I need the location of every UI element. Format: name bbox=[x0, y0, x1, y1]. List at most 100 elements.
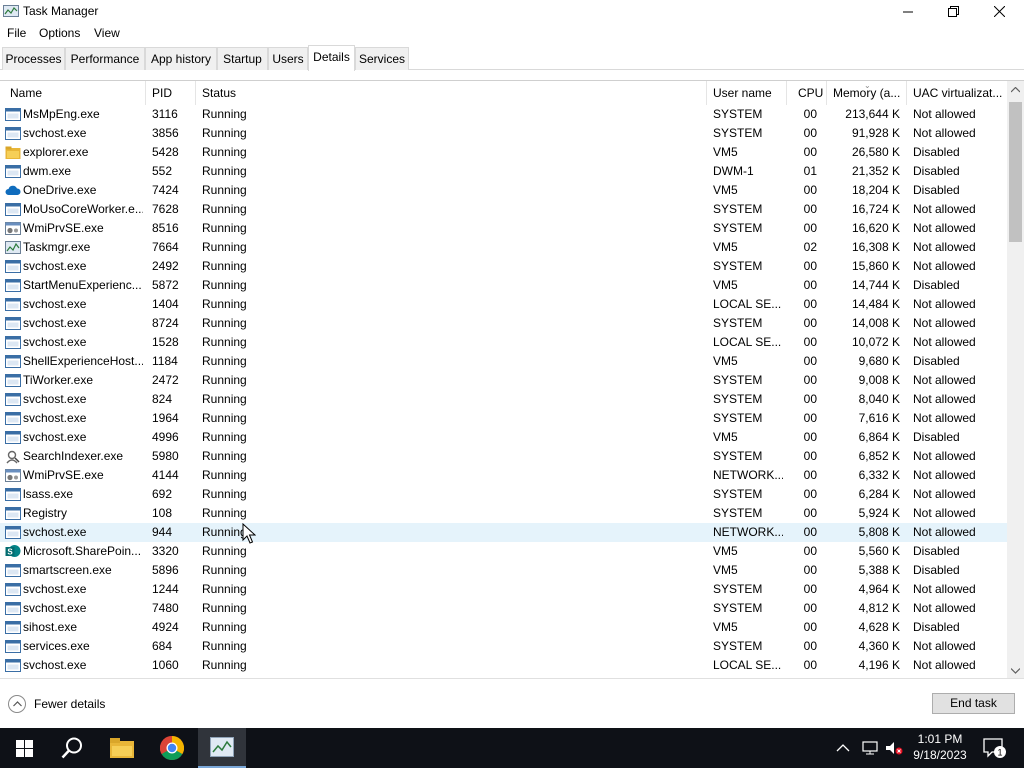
window-icon bbox=[5, 108, 21, 121]
process-cpu: 00 bbox=[803, 126, 817, 140]
table-row[interactable]: services.exe 684 Running SYSTEM 00 4,360 K Not… bbox=[0, 637, 1007, 656]
process-memory: 4,360 K bbox=[858, 639, 900, 653]
vertical-scrollbar[interactable] bbox=[1007, 81, 1024, 679]
minimize-button[interactable] bbox=[885, 0, 931, 23]
column-user-name[interactable]: User name bbox=[707, 81, 787, 105]
table-row[interactable]: svchost.exe 1964 Running SYSTEM 00 7,616 K Not… bbox=[0, 409, 1007, 428]
table-row[interactable]: TiWorker.exe 2472 Running SYSTEM 00 9,008 K No… bbox=[0, 371, 1007, 390]
process-user: VM5 bbox=[713, 620, 738, 634]
tab-services[interactable]: Services bbox=[355, 47, 409, 70]
process-user: DWM-1 bbox=[713, 164, 754, 178]
table-row[interactable]: sihost.exe 4924 Running VM5 00 4,628 K Disable… bbox=[0, 618, 1007, 637]
clock[interactable]: 1:01 PM 9/18/2023 bbox=[906, 731, 974, 763]
process-cpu: 00 bbox=[803, 221, 817, 235]
tab-processes[interactable]: Processes bbox=[2, 47, 65, 70]
process-cpu: 00 bbox=[803, 278, 817, 292]
window-icon bbox=[5, 336, 21, 349]
menu-view[interactable]: View bbox=[94, 26, 120, 40]
start-button[interactable] bbox=[0, 728, 48, 768]
table-row[interactable]: dwm.exe 552 Running DWM-1 01 21,352 K Disabled bbox=[0, 162, 1007, 181]
table-row[interactable]: WmiPrvSE.exe 4144 Running NETWORK... 00 6,332… bbox=[0, 466, 1007, 485]
table-row[interactable]: svchost.exe 1060 Running LOCAL SE... 00 4,196… bbox=[0, 656, 1007, 675]
column-pid[interactable]: PID bbox=[146, 81, 196, 105]
window-icon bbox=[5, 640, 21, 653]
process-name: lsass.exe bbox=[23, 487, 74, 501]
tab-performance[interactable]: Performance bbox=[65, 47, 145, 70]
table-row[interactable]: svchost.exe 4996 Running VM5 00 6,864 K Disabl… bbox=[0, 428, 1007, 447]
column-cpu[interactable]: CPU bbox=[787, 81, 827, 105]
tab-users[interactable]: Users bbox=[268, 47, 308, 70]
table-row[interactable]: svchost.exe 944 Running NETWORK... 00 5,808 K… bbox=[0, 523, 1007, 542]
close-button[interactable] bbox=[976, 0, 1022, 23]
table-row[interactable]: smartscreen.exe 5896 Running VM5 00 5,388 K Di… bbox=[0, 561, 1007, 580]
scrollbar-thumb[interactable] bbox=[1009, 102, 1022, 242]
taskmgr-taskbar-button[interactable] bbox=[198, 728, 246, 768]
process-pid: 4996 bbox=[152, 430, 179, 444]
table-row[interactable]: svchost.exe 1404 Running LOCAL SE... 00 14,48… bbox=[0, 295, 1007, 314]
process-name: smartscreen.exe bbox=[23, 563, 112, 577]
column-status[interactable]: Status bbox=[196, 81, 707, 105]
show-hidden-icons-button[interactable] bbox=[836, 728, 850, 768]
table-row[interactable]: svchost.exe 3856 Running SYSTEM 00 91,928 K No… bbox=[0, 124, 1007, 143]
table-row[interactable]: explorer.exe 5428 Running VM5 00 26,580 K Disa… bbox=[0, 143, 1007, 162]
process-pid: 1244 bbox=[152, 582, 179, 596]
window-title: Task Manager bbox=[23, 4, 99, 18]
process-user: VM5 bbox=[713, 563, 738, 577]
column-name[interactable]: Name bbox=[4, 81, 146, 105]
table-row[interactable]: S Microsoft.SharePoin... 3320 Running VM5 00 5… bbox=[0, 542, 1007, 561]
table-row[interactable]: svchost.exe 824 Running SYSTEM 00 8,040 K Not … bbox=[0, 390, 1007, 409]
table-row[interactable]: OneDrive.exe 7424 Running VM5 00 18,204 K Disa… bbox=[0, 181, 1007, 200]
table-row[interactable]: ShellExperienceHost.... 1184 Running VM5 00 9… bbox=[0, 352, 1007, 371]
column-header: Name PID Status User name CPU Memory (a.… bbox=[0, 81, 1007, 105]
table-row[interactable]: MoUsoCoreWorker.e... 7628 Running SYSTEM 00 1… bbox=[0, 200, 1007, 219]
table-row[interactable]: svchost.exe 7480 Running SYSTEM 00 4,812 K Not… bbox=[0, 599, 1007, 618]
table-row[interactable]: svchost.exe 8724 Running SYSTEM 00 14,008 K No… bbox=[0, 314, 1007, 333]
taskmgr-icon bbox=[210, 737, 234, 757]
process-cpu: 02 bbox=[803, 240, 817, 254]
process-name: svchost.exe bbox=[23, 582, 87, 596]
process-memory: 9,008 K bbox=[858, 373, 900, 387]
menu-options[interactable]: Options bbox=[39, 26, 80, 40]
process-uac: Not allowed bbox=[913, 449, 976, 463]
process-user: SYSTEM bbox=[713, 449, 763, 463]
window-icon bbox=[5, 298, 21, 311]
process-uac: Not allowed bbox=[913, 297, 976, 311]
network-tray-button[interactable] bbox=[861, 728, 879, 768]
search-button[interactable] bbox=[48, 728, 96, 768]
window-icon bbox=[5, 583, 21, 596]
table-row[interactable]: lsass.exe 692 Running SYSTEM 00 6,284 K Not al… bbox=[0, 485, 1007, 504]
restore-button[interactable] bbox=[930, 0, 976, 23]
table-row[interactable]: MsMpEng.exe 3116 Running SYSTEM 00 213,644 K N… bbox=[0, 105, 1007, 124]
table-row[interactable]: Registry 108 Running SYSTEM 00 5,924 K Not all… bbox=[0, 504, 1007, 523]
fewer-details-toggle[interactable]: Fewer details bbox=[8, 695, 105, 713]
volume-tray-button[interactable] bbox=[885, 728, 903, 768]
process-memory: 5,808 K bbox=[858, 525, 900, 539]
process-memory: 10,072 K bbox=[851, 335, 900, 349]
process-memory: 4,964 K bbox=[858, 582, 900, 596]
scroll-down-icon[interactable] bbox=[1011, 668, 1020, 674]
process-status: Running bbox=[202, 639, 247, 653]
process-status: Running bbox=[202, 658, 247, 672]
tab-app-history[interactable]: App history bbox=[145, 47, 217, 70]
table-row[interactable]: svchost.exe 1528 Running LOCAL SE... 00 10,07… bbox=[0, 333, 1007, 352]
table-row[interactable]: svchost.exe 2492 Running SYSTEM 00 15,860 K No… bbox=[0, 257, 1007, 276]
end-task-button[interactable]: End task bbox=[932, 693, 1015, 714]
chrome-button[interactable] bbox=[148, 728, 196, 768]
tab-startup[interactable]: Startup bbox=[217, 47, 268, 70]
tab-details[interactable]: Details bbox=[308, 45, 355, 71]
process-pid: 1184 bbox=[152, 354, 178, 368]
process-user: VM5 bbox=[713, 430, 738, 444]
file-explorer-button[interactable] bbox=[98, 728, 146, 768]
process-uac: Not allowed bbox=[913, 639, 976, 653]
table-row[interactable]: StartMenuExperienc... 5872 Running VM5 00 14,… bbox=[0, 276, 1007, 295]
column-uac[interactable]: UAC virtualizat... bbox=[907, 81, 1007, 105]
scroll-up-icon[interactable] bbox=[1011, 87, 1020, 93]
table-row[interactable]: Taskmgr.exe 7664 Running VM5 02 16,308 K Not a… bbox=[0, 238, 1007, 257]
menu-file[interactable]: File bbox=[7, 26, 26, 40]
table-row[interactable]: SearchIndexer.exe 5980 Running SYSTEM 00 6,85… bbox=[0, 447, 1007, 466]
table-row[interactable]: WmiPrvSE.exe 8516 Running SYSTEM 00 16,620 K N… bbox=[0, 219, 1007, 238]
notification-button[interactable]: 1 bbox=[983, 728, 1007, 768]
table-row[interactable]: svchost.exe 1244 Running SYSTEM 00 4,964 K Not… bbox=[0, 580, 1007, 599]
process-user: SYSTEM bbox=[713, 107, 763, 121]
process-status: Running bbox=[202, 297, 247, 311]
